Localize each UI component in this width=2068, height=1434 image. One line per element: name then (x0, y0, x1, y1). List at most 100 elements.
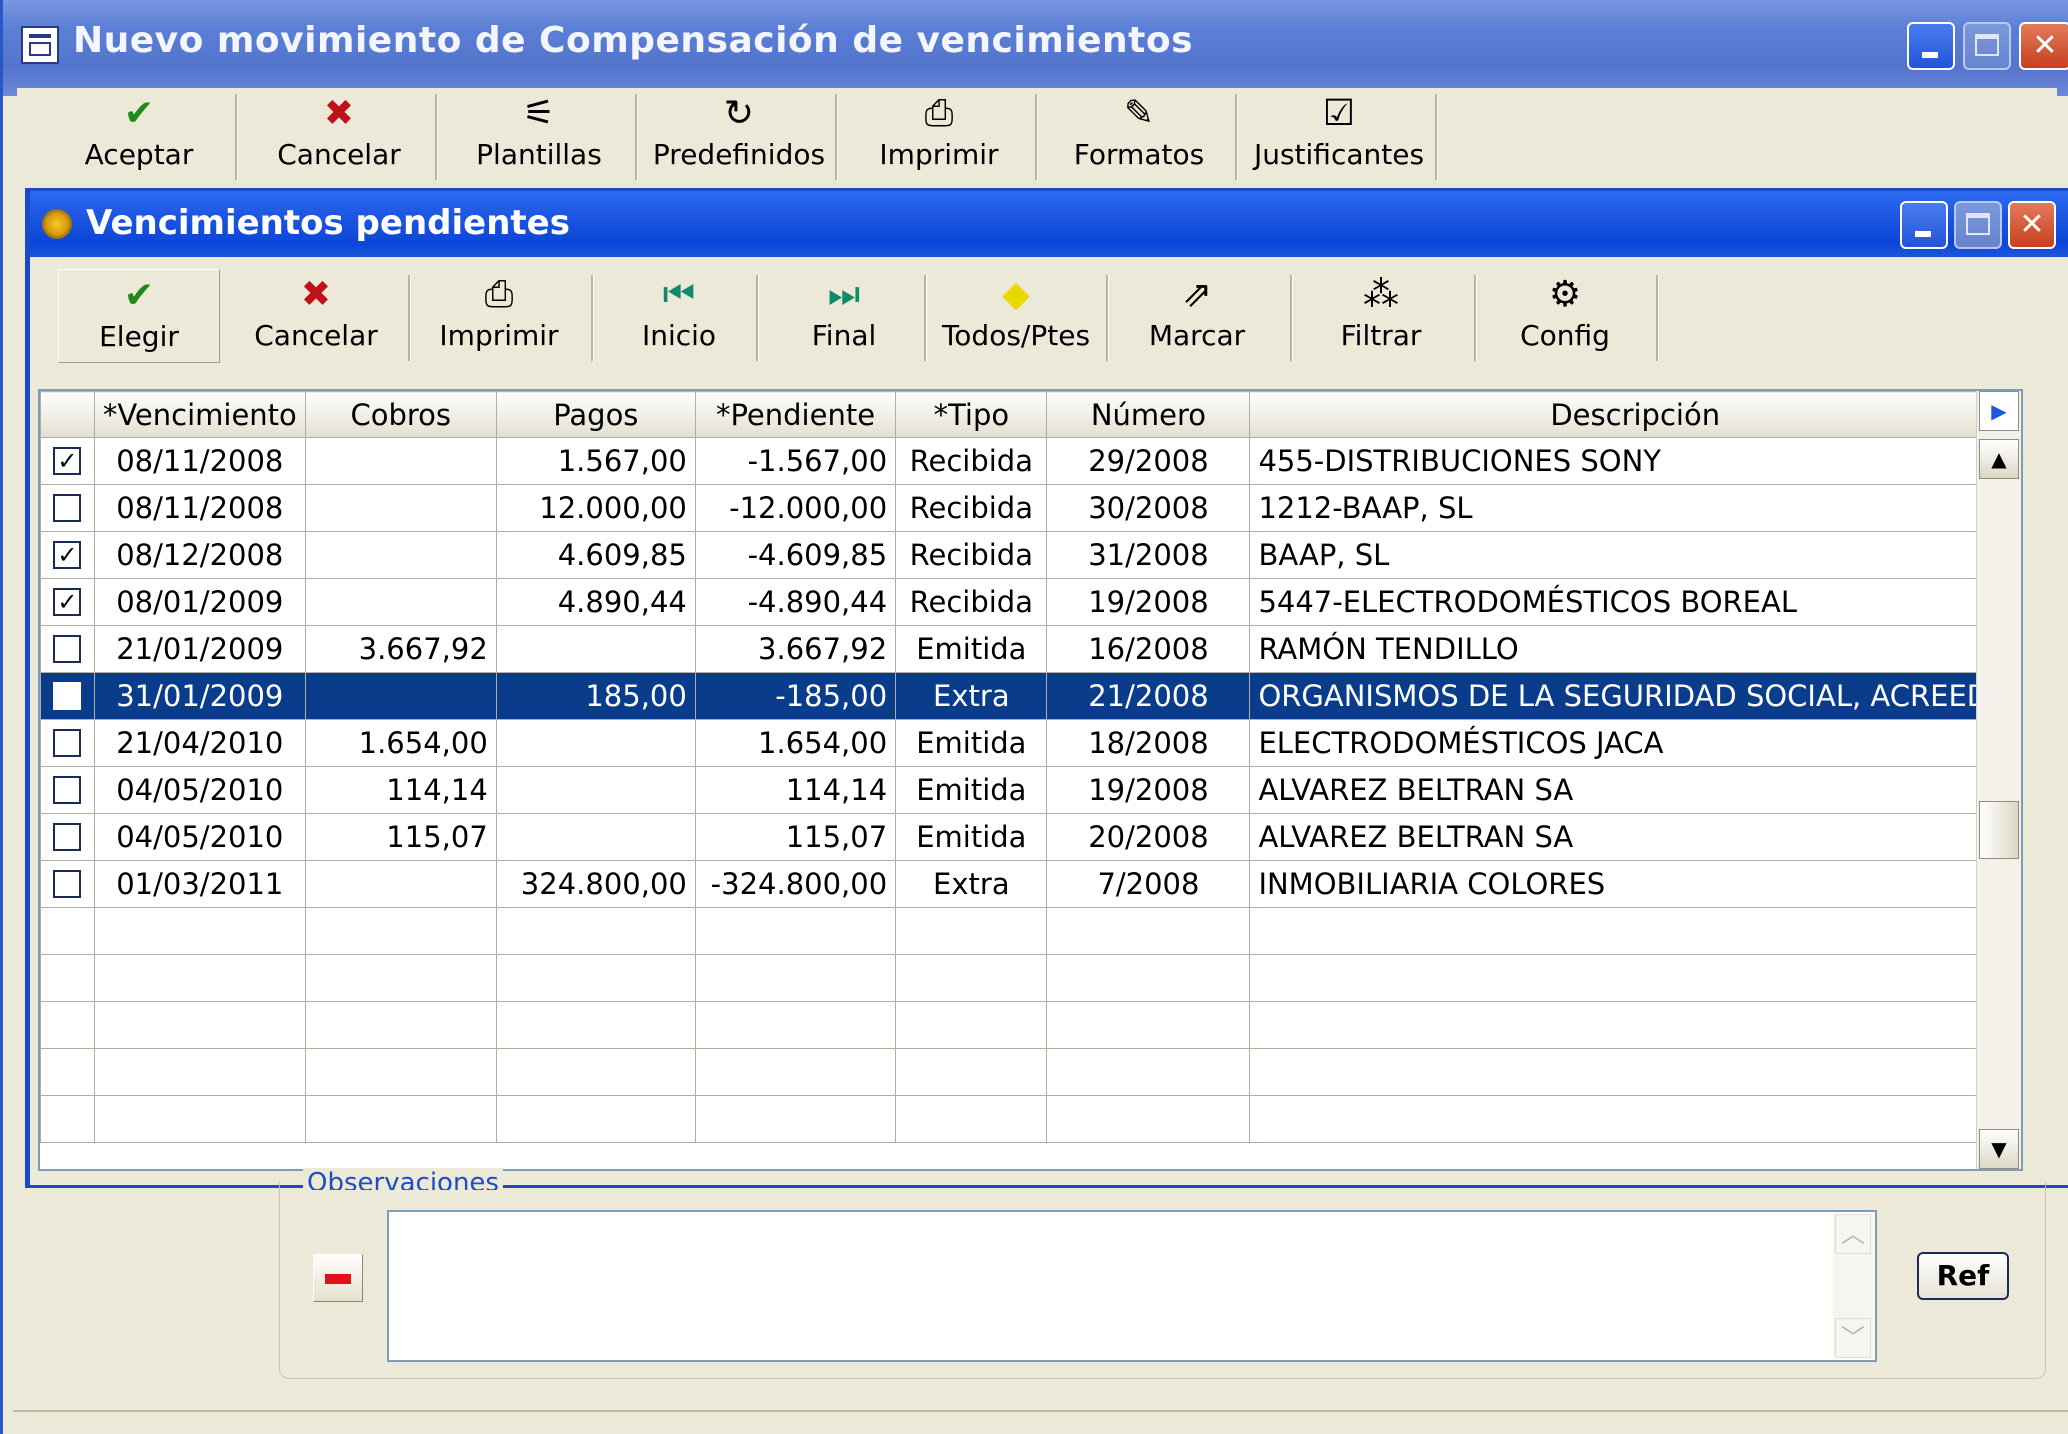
toolbar-aceptar-button[interactable]: ✔ Aceptar (41, 88, 237, 171)
empty-cell (1249, 907, 2021, 955)
inner-toolbar-todos-ptes-button[interactable]: ◆ Todos/Ptes (932, 269, 1100, 352)
inner-maximize-button[interactable] (1954, 201, 2002, 249)
row-checkbox[interactable]: ✓ (53, 541, 82, 569)
minimize-button[interactable] (1907, 22, 1955, 70)
columns-arrow-icon[interactable]: ▶ (1979, 391, 2019, 431)
column-header[interactable]: *Vencimiento (93, 391, 306, 438)
scroll-up-icon[interactable]: ︿ (1835, 1214, 1871, 1254)
first-icon: ⏮ (662, 274, 696, 315)
cell-cobros (304, 860, 497, 908)
row-select-cell (40, 813, 95, 861)
close-icon: ✕ (2032, 28, 2058, 63)
vencimientos-grid[interactable]: *Vencimiento Cobros Pagos *Pendiente *Tipo Nú… (38, 389, 2023, 1171)
empty-row (40, 954, 2021, 1002)
row-checkbox[interactable]: ✓ (53, 447, 82, 475)
column-header[interactable]: *Tipo (895, 391, 1048, 438)
row-checkbox[interactable] (53, 729, 82, 757)
empty-cell (1046, 954, 1251, 1002)
inner-toolbar-imprimir-button[interactable]: ⎙ Imprimir (416, 269, 582, 352)
cell-pendiente: 115,07 (694, 813, 897, 861)
inner-toolbar-final-button[interactable]: ⏭ Final (764, 269, 924, 352)
cell-pendiente: 1.654,00 (694, 719, 897, 767)
row-checkbox[interactable] (53, 494, 82, 522)
inner-toolbar-marcar-button[interactable]: ⇗ Marcar (1114, 269, 1280, 352)
row-checkbox[interactable] (53, 682, 82, 710)
inner-titlebar[interactable]: Vencimientos pendientes ✕ (30, 191, 2068, 257)
row-select-cell (40, 672, 95, 720)
row-select-cell (40, 484, 95, 532)
toolbar-predefinidos-button[interactable]: ↻ Predefinidos (641, 88, 837, 171)
row-checkbox[interactable] (53, 635, 82, 663)
scroll-up-button[interactable]: ▲ (1979, 439, 2019, 479)
inner-toolbar-inicio-button[interactable]: ⏮ Inicio (599, 269, 759, 352)
cell-vencimiento: 08/01/2009 (93, 578, 306, 626)
toolbar-formatos-button[interactable]: ✎ Formatos (1041, 88, 1237, 171)
window-titlebar[interactable]: Nuevo movimiento de Compensación de venc… (3, 0, 2068, 96)
toolbar-plantillas-button[interactable]: ⚟ Plantillas (441, 88, 637, 171)
inner-toolbar-cancelar-button[interactable]: ✖ Cancelar (236, 269, 396, 352)
inner-toolbar-filtrar-button[interactable]: ⁂ Filtrar (1298, 269, 1464, 352)
maximize-button[interactable] (1963, 22, 2011, 70)
cell-cobros (304, 484, 497, 532)
inner-toolbar-config-button[interactable]: ⚙ Config (1482, 269, 1648, 352)
observaciones-textarea[interactable]: ︿ ﹀ (387, 1210, 1877, 1362)
inner-close-button[interactable]: ✕ (2008, 201, 2056, 249)
empty-cell (495, 1095, 696, 1143)
table-row[interactable]: 04/05/2010 114,14 114,14 Emitida 19/2008 ALVA… (40, 766, 2021, 814)
table-row[interactable]: 31/01/2009 185,00 -185,00 Extra 21/2008 ORGAN… (40, 672, 2021, 720)
close-button[interactable]: ✕ (2019, 22, 2068, 70)
column-header[interactable]: Número (1046, 391, 1251, 438)
toolbar-separator (1435, 94, 1438, 180)
column-header[interactable]: Descripción (1249, 391, 2021, 438)
table-row[interactable]: ✓ 08/01/2009 4.890,44 -4.890,44 Recibida 19/2… (40, 578, 2021, 626)
empty-cell (93, 907, 306, 955)
column-header[interactable]: *Pendiente (694, 391, 897, 438)
toolbar-cancelar-button[interactable]: ✖ Cancelar (241, 88, 437, 171)
cell-numero: 30/2008 (1046, 484, 1251, 532)
maximize-icon (1975, 34, 1999, 56)
scroll-down-button[interactable]: ▼ (1979, 1129, 2019, 1169)
ref-button[interactable]: Ref (1917, 1252, 2009, 1300)
empty-cell (304, 907, 497, 955)
remove-button[interactable] (313, 1254, 363, 1302)
textarea-scrollbar[interactable]: ︿ ﹀ (1833, 1214, 1873, 1358)
scroll-thumb[interactable] (1979, 801, 2019, 859)
table-row[interactable]: ✓ 08/11/2008 1.567,00 -1.567,00 Recibida 29/2… (40, 437, 2021, 485)
vencimientos-window: Vencimientos pendientes ✕ ✔ Elegir ✖ Cancel… (25, 188, 2068, 1188)
cell-cobros: 3.667,92 (304, 625, 497, 673)
row-checkbox[interactable] (53, 823, 82, 851)
toolbar-justificantes-button[interactable]: ☑ Justificantes (1241, 88, 1437, 171)
cell-cobros (304, 578, 497, 626)
window-icon (21, 26, 59, 64)
empty-cell (40, 907, 95, 955)
table-row[interactable]: 04/05/2010 115,07 115,07 Emitida 20/2008 ALVA… (40, 813, 2021, 861)
toolbar-separator (835, 94, 838, 180)
table-row[interactable]: 01/03/2011 324.800,00 -324.800,00 Extra 7/20… (40, 860, 2021, 908)
wand-icon: ⚟ (522, 93, 556, 134)
column-header[interactable]: Cobros (304, 391, 497, 438)
table-row[interactable]: 21/01/2009 3.667,92 3.667,92 Emitida 16/2008… (40, 625, 2021, 673)
inner-toolbar-elegir-button[interactable]: ✔ Elegir (58, 269, 220, 363)
column-header[interactable]: Pagos (495, 391, 696, 438)
table-row[interactable]: 21/04/2010 1.654,00 1.654,00 Emitida 18/2008… (40, 719, 2021, 767)
inner-minimize-button[interactable] (1900, 201, 1948, 249)
row-checkbox[interactable] (53, 776, 82, 804)
cell-tipo: Emitida (895, 719, 1048, 767)
empty-cell (895, 1001, 1048, 1049)
row-checkbox[interactable]: ✓ (53, 588, 82, 616)
cell-cobros (304, 672, 497, 720)
select-column-header[interactable] (40, 391, 95, 438)
table-row[interactable]: 08/11/2008 12.000,00 -12.000,00 Recibida 30/… (40, 484, 2021, 532)
table-row[interactable]: ✓ 08/12/2008 4.609,85 -4.609,85 Recibida 31/2… (40, 531, 2021, 579)
cell-pagos: 185,00 (495, 672, 696, 720)
toolbar-imprimir-button[interactable]: ⎙ Imprimir (841, 88, 1037, 171)
row-select-cell: ✓ (40, 531, 95, 579)
scroll-down-icon[interactable]: ﹀ (1835, 1318, 1871, 1358)
row-checkbox[interactable] (53, 870, 82, 898)
vertical-scrollbar[interactable]: ▶ ▲ ▼ (1976, 391, 2021, 1169)
row-select-cell (40, 766, 95, 814)
empty-cell (694, 1001, 897, 1049)
toolbar-separator (1035, 94, 1038, 180)
empty-cell (495, 1001, 696, 1049)
minimize-icon (1922, 52, 1938, 58)
